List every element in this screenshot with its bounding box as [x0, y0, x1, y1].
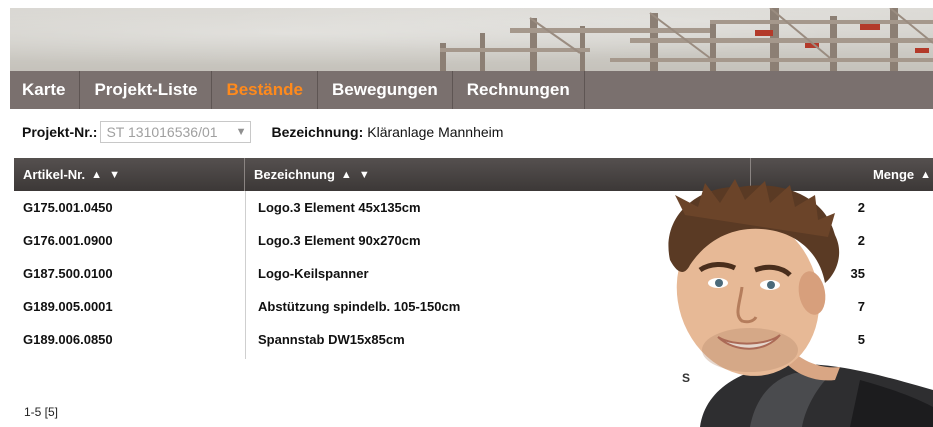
pagination-info: 1-5 [5]	[24, 405, 59, 419]
cell-artikel: G189.006.0850	[23, 332, 113, 347]
sort-artikel-icon[interactable]: ▲ ▼	[91, 169, 122, 181]
description-label: Bezeichnung:	[271, 124, 364, 140]
header-bezeichnung-label: Bezeichnung	[254, 167, 335, 182]
cell-artikel: G187.500.0100	[23, 266, 113, 281]
tab-projekt-liste[interactable]: Projekt-Liste	[80, 71, 213, 109]
person-photo	[668, 179, 933, 427]
tab-bestaende[interactable]: Bestände	[212, 71, 318, 109]
header-artikel-nr: Artikel-Nr. ▲ ▼	[14, 158, 245, 191]
cell-artikel: G189.005.0001	[23, 299, 113, 314]
tab-bewegungen[interactable]: Bewegungen	[318, 71, 453, 109]
project-number-select[interactable]: ST 131016536/01 ▼	[100, 121, 252, 143]
project-number-label: Projekt-Nr.:	[22, 124, 98, 140]
project-filter-row: Projekt-Nr.: ST 131016536/01 ▼ Bezeichnu…	[22, 121, 503, 143]
sort-bezeichnung-icon[interactable]: ▲ ▼	[341, 169, 372, 181]
tab-rechnungen[interactable]: Rechnungen	[453, 71, 585, 109]
main-nav: Karte Projekt-Liste Bestände Bewegungen …	[10, 71, 933, 109]
header-banner-image	[10, 8, 933, 71]
chevron-down-icon: ▼	[235, 126, 247, 138]
cell-artikel: G175.001.0450	[23, 200, 113, 215]
header-artikel-label: Artikel-Nr.	[23, 167, 86, 182]
column-divider	[245, 191, 246, 359]
tab-karte[interactable]: Karte	[10, 71, 81, 109]
cell-artikel: G176.001.0900	[23, 233, 113, 248]
construction-scaffold-image	[440, 8, 933, 71]
project-number-value: ST 131016536/01	[106, 124, 218, 140]
description-value: Kläranlage Mannheim	[367, 124, 504, 140]
